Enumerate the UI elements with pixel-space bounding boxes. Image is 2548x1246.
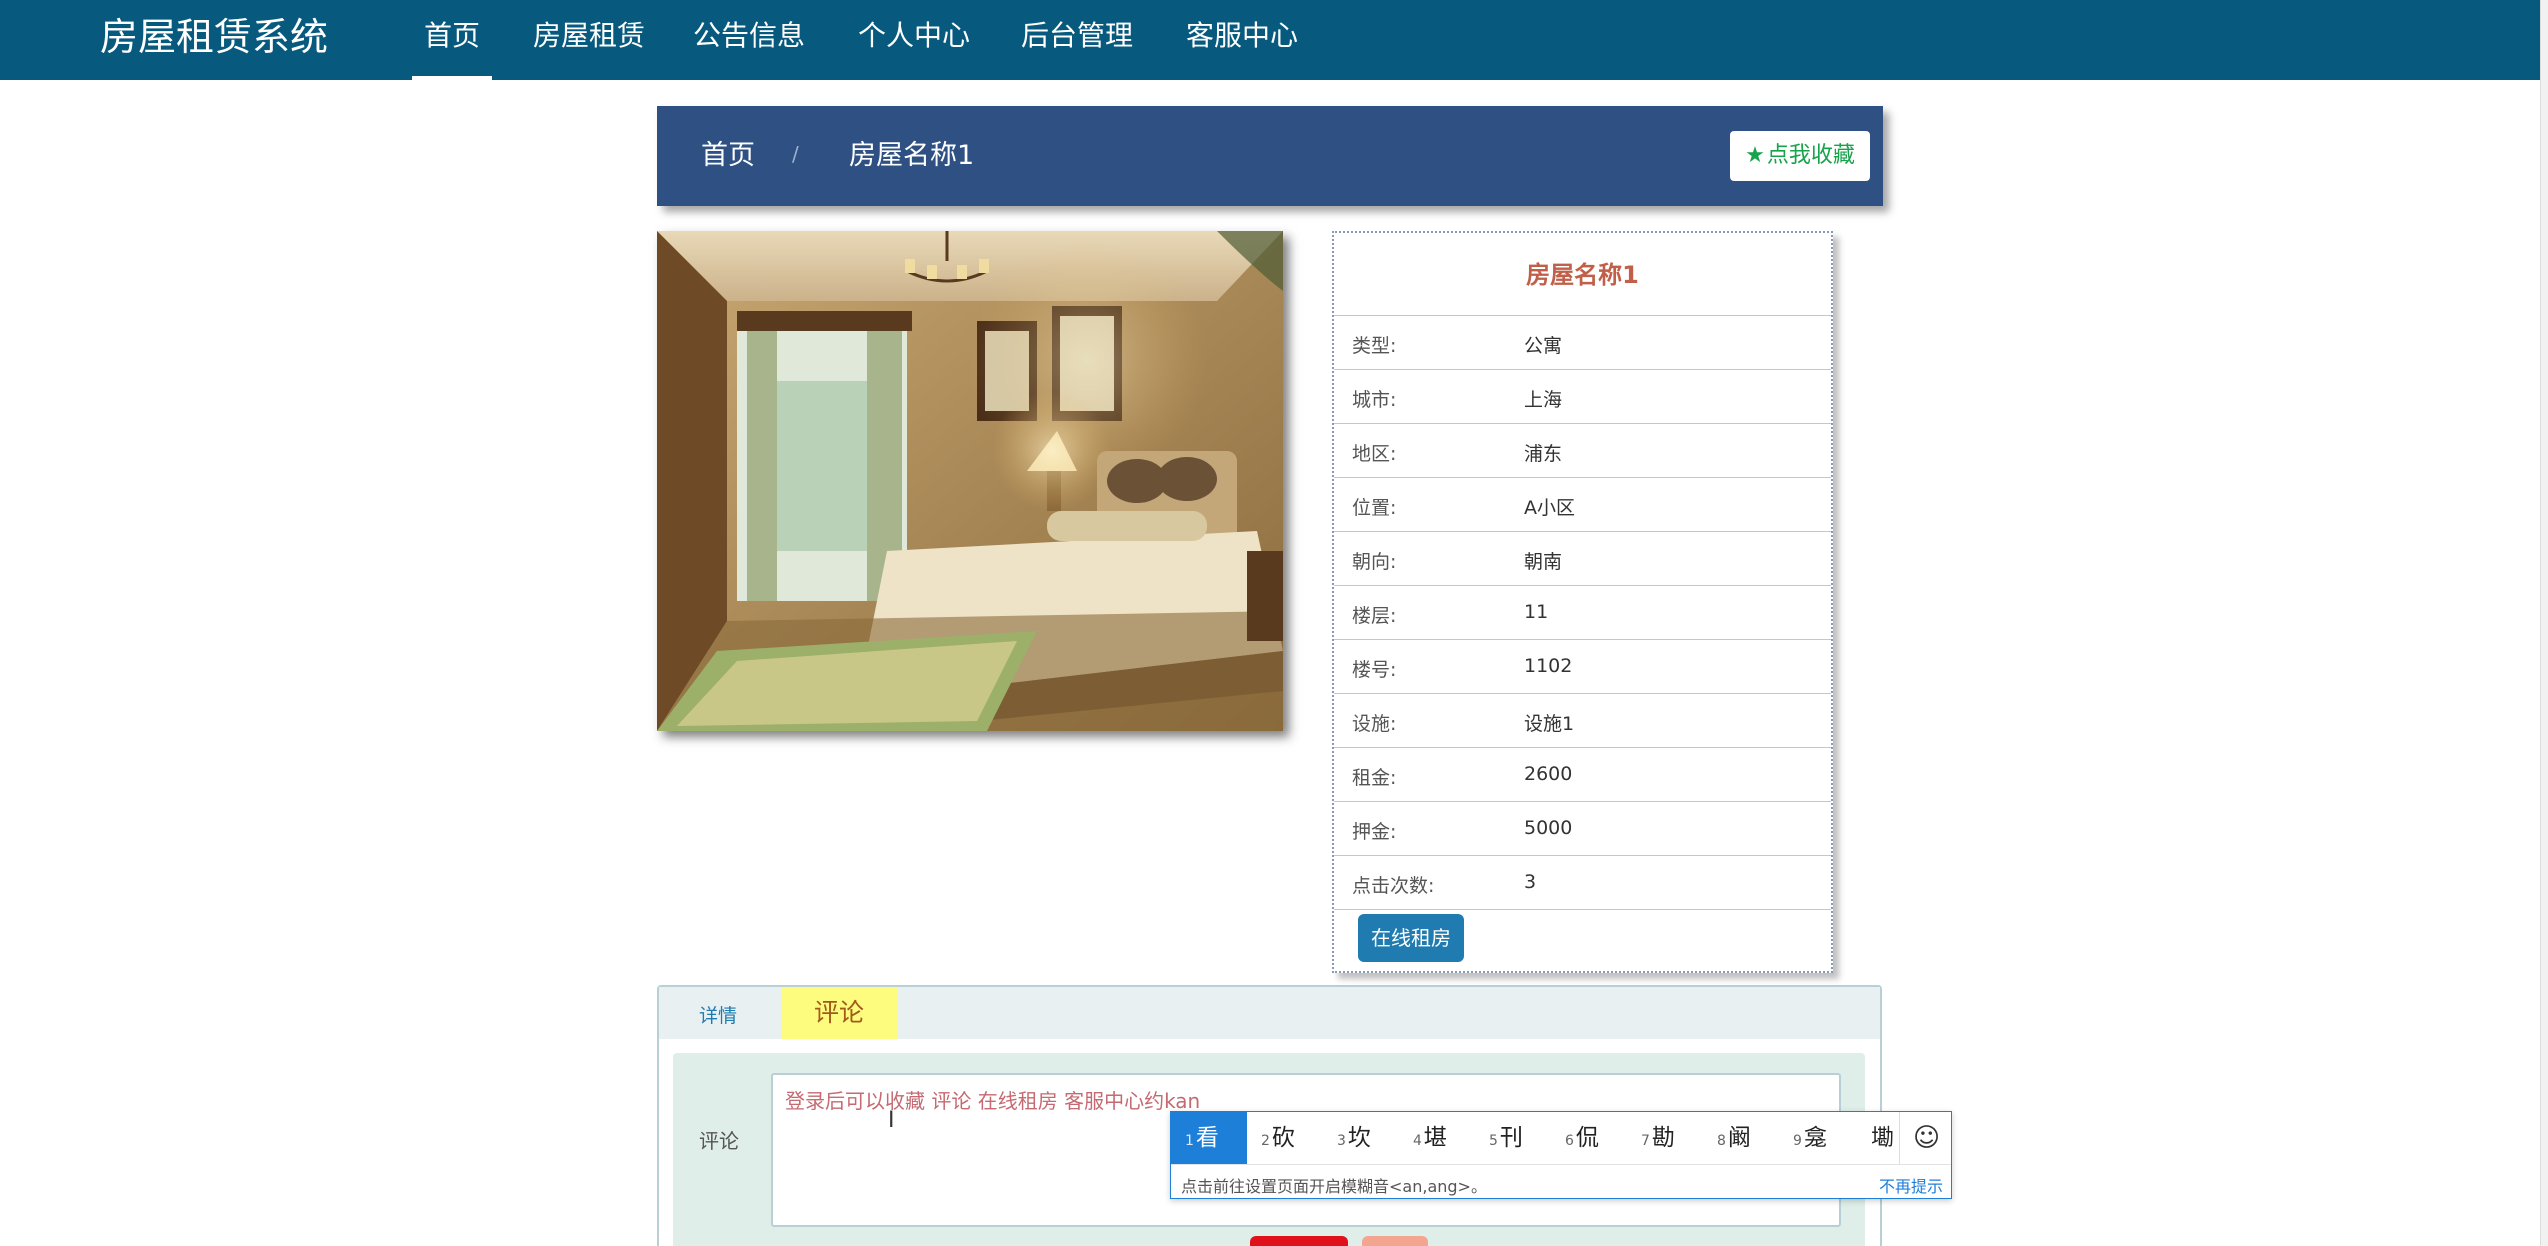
candidate-char: 龛 [1803,1125,1827,1151]
favorite-button-label: 点我收藏 [1766,143,1855,168]
ime-dismiss-link[interactable]: 不再提示 [1879,1173,1943,1197]
tab-strip: 详情 评论 [659,987,1880,1039]
info-key: 城市: [1352,389,1397,411]
ime-candidate[interactable]: 5刊 [1475,1112,1551,1164]
page-scrollbar[interactable] [2540,0,2548,1246]
info-value: 2600 [1524,763,1573,785]
house-photo [657,231,1283,731]
info-row-deposit: 押金: 5000 [1334,801,1831,855]
smiley-icon[interactable]: ☺ [1899,1112,1953,1164]
info-row-click-count: 点击次数: 3 [1334,855,1831,909]
online-rent-button[interactable]: 在线租房 [1358,914,1464,962]
candidate-char: 看 [1195,1125,1219,1151]
candidate-char: 阚 [1727,1125,1751,1151]
candidate-number: 3 [1337,1133,1346,1149]
info-row-building-number: 楼号: 1102 [1334,639,1831,693]
ime-candidate[interactable]: 1看 [1171,1112,1247,1164]
nav-item-admin[interactable]: 后台管理 [1021,16,1133,56]
comment-text: 登录后可以收藏 评论 在线租房 客服中心约kan [785,1089,1201,1113]
nav-item-announcements[interactable]: 公告信息 [693,16,805,56]
info-row-facilities: 设施: 设施1 [1334,693,1831,747]
candidate-number: 2 [1261,1133,1270,1149]
bedroom-photo [657,231,1283,731]
info-key: 押金: [1352,821,1397,843]
ime-candidate[interactable]: 6侃 [1551,1112,1627,1164]
candidate-char: 墈 [1871,1125,1894,1151]
ime-candidate[interactable]: 2砍 [1247,1112,1323,1164]
text-cursor-icon: I [888,1108,895,1133]
nav-item-rental[interactable]: 房屋租赁 [533,16,645,56]
info-value: 设施1 [1524,713,1575,735]
info-value: A小区 [1524,497,1575,519]
candidate-number: 4 [1413,1133,1422,1149]
info-value: 公寓 [1524,335,1563,357]
nav-item-home[interactable]: 首页 [411,16,493,80]
house-info-card: 房屋名称1 类型: 公寓 城市: 上海 地区: 浦东 位置: A小区 朝向: 朝… [1332,231,1833,973]
breadcrumb: 首页 / 房屋名称1 [657,106,1883,206]
info-row-district: 地区: 浦东 [1334,423,1831,477]
info-row-orientation: 朝向: 朝南 [1334,531,1831,585]
info-key: 楼号: [1352,659,1397,681]
info-row-city: 城市: 上海 [1334,369,1831,423]
candidate-char: 砍 [1271,1125,1295,1151]
reset-button[interactable] [1362,1236,1428,1246]
ime-candidate-popup: 1看 2砍 3坎 4堪 5刊 6侃 7勘 8阚 9龛 墈 ☺ 点击前往设置页面开… [1170,1111,1952,1199]
info-row-type: 类型: 公寓 [1334,315,1831,369]
info-key: 位置: [1352,497,1397,519]
info-value: 朝南 [1524,551,1563,573]
info-key: 租金: [1352,767,1397,789]
info-key: 类型: [1352,335,1397,357]
info-row-divider [1334,909,1831,910]
site-brand[interactable]: 房屋租赁系统 [100,12,328,62]
nav-item-profile[interactable]: 个人中心 [858,16,970,56]
breadcrumb-separator: / [792,142,799,166]
candidate-number: 1 [1185,1133,1194,1149]
info-value: 1102 [1524,655,1573,677]
ime-hint-bar: 点击前往设置页面开启模糊音<an,ang>。 不再提示 [1171,1164,1951,1200]
tab-detail[interactable]: 详情 [699,1001,737,1028]
candidate-char: 侃 [1575,1125,1599,1151]
candidate-char: 刊 [1499,1125,1523,1151]
info-key: 楼层: [1352,605,1397,627]
house-title: 房屋名称1 [1526,261,1639,289]
info-key: 地区: [1352,443,1397,465]
candidate-char: 勘 [1651,1125,1675,1151]
candidate-number: 8 [1717,1133,1726,1149]
info-row-rent: 租金: 2600 [1334,747,1831,801]
ime-candidate[interactable]: 8阚 [1703,1112,1779,1164]
ime-candidate[interactable]: 7勘 [1627,1112,1703,1164]
info-row-location: 位置: A小区 [1334,477,1831,531]
ime-candidate[interactable]: 4堪 [1399,1112,1475,1164]
candidate-number: 5 [1489,1133,1498,1149]
nav-item-customer-service[interactable]: 客服中心 [1186,16,1298,56]
top-navbar: 房屋租赁系统 首页 房屋租赁 公告信息 个人中心 后台管理 客服中心 [0,0,2540,80]
breadcrumb-home[interactable]: 首页 [701,138,755,174]
info-value: 上海 [1524,389,1563,411]
info-key: 设施: [1352,713,1397,735]
info-key: 朝向: [1352,551,1397,573]
favorite-button[interactable]: ★点我收藏 [1730,131,1870,181]
candidate-char: 堪 [1423,1125,1447,1151]
submit-button[interactable] [1250,1236,1348,1246]
breadcrumb-current: 房屋名称1 [849,140,975,171]
info-value: 浦东 [1524,443,1563,465]
candidate-number: 9 [1793,1133,1802,1149]
info-value: 11 [1524,601,1549,623]
ime-hint-text[interactable]: 点击前往设置页面开启模糊音<an,ang>。 [1181,1173,1487,1197]
candidate-number: 6 [1565,1133,1574,1149]
info-value: 3 [1524,871,1537,893]
candidate-char: 坎 [1347,1125,1371,1151]
ime-candidate[interactable]: 9龛 [1779,1112,1855,1164]
candidate-number: 7 [1641,1133,1650,1149]
tab-comment[interactable]: 评论 [781,987,897,1039]
info-key: 点击次数: [1352,875,1435,897]
ime-candidate[interactable]: 墈 [1855,1112,1899,1164]
ime-candidates: 1看 2砍 3坎 4堪 5刊 6侃 7勘 8阚 9龛 墈 [1171,1112,1899,1164]
comment-label: 评论 [699,1129,739,1153]
ime-candidate[interactable]: 3坎 [1323,1112,1399,1164]
info-row-floor: 楼层: 11 [1334,585,1831,639]
star-icon: ★ [1745,143,1765,168]
info-value: 5000 [1524,817,1573,839]
